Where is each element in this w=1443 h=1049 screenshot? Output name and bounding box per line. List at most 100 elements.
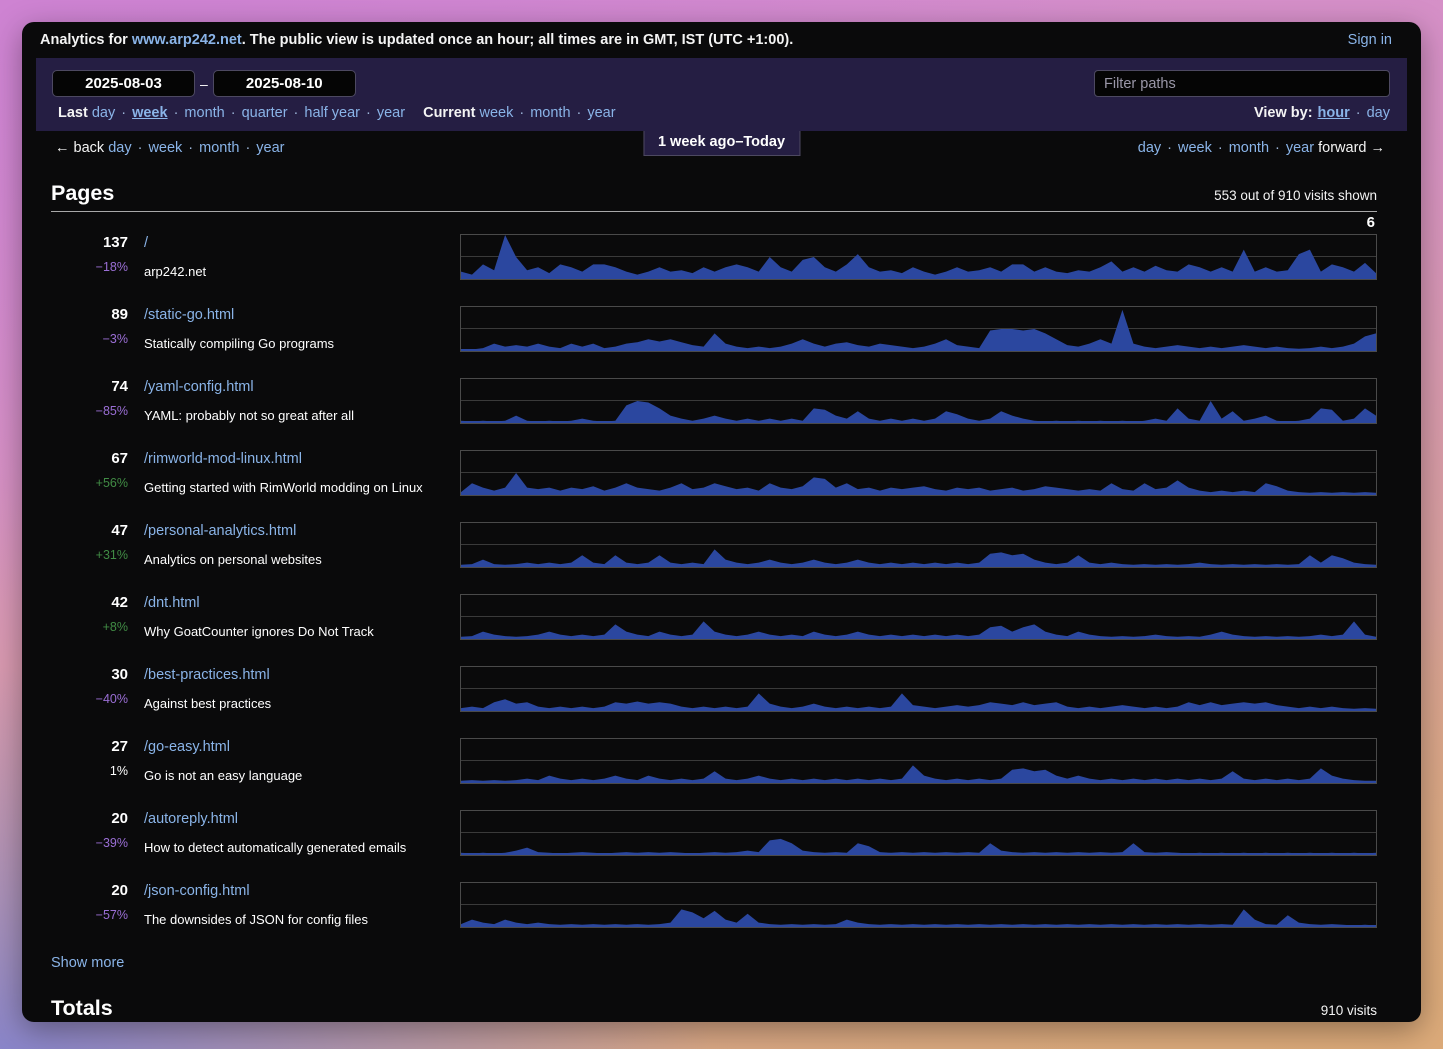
page-path-link[interactable]: /dnt.html [144,594,200,612]
last-quarter-link[interactable]: quarter [242,105,288,121]
page-title: Getting started with RimWorld modding on… [144,480,444,495]
chart-baseline [461,781,1376,783]
table-row: 74−85% /yaml-config.htmlYAML: probably n… [51,378,1377,424]
page-path-link[interactable]: /personal-analytics.html [144,522,296,540]
period-selector: Last day·week·month·quarter·half year·ye… [52,105,616,121]
back-arrow-icon: ← [55,140,70,156]
change-percent: 1% [110,764,128,778]
last-half-year-link[interactable]: half year [304,105,360,121]
sparkline-chart [460,450,1377,496]
view-by-day-link[interactable]: day [1367,105,1390,121]
sparkline-chart [460,522,1377,568]
table-row: 20−57% /json-config.htmlThe downsides of… [51,882,1377,928]
filter-paths-input[interactable] [1094,70,1390,97]
sparkline-chart [460,882,1377,928]
visit-count: 42 [51,594,128,612]
last-week-link[interactable]: week [132,105,167,121]
visits-shown-label: 553 out of 910 visits shown [1214,188,1377,206]
chart-baseline [461,349,1376,351]
pages-rule [51,211,1377,212]
page-path-link[interactable]: /static-go.html [144,306,234,324]
site-link[interactable]: www.arp242.net [132,32,242,48]
forward-week-link[interactable]: week [1178,140,1212,156]
visit-count: 89 [51,306,128,324]
sparkline-chart [460,378,1377,424]
page-path-link[interactable]: /rimworld-mod-linux.html [144,450,302,468]
change-percent: −85% [96,404,128,418]
page-title: YAML: probably not so great after all [144,408,444,423]
page-title: Why GoatCounter ignores Do Not Track [144,624,444,639]
chart-baseline [461,709,1376,711]
page-path-link[interactable]: /yaml-config.html [144,378,254,396]
page-title: How to detect automatically generated em… [144,840,444,855]
visit-count: 27 [51,738,128,756]
table-row: 67+56% /rimworld-mod-linux.htmlGetting s… [51,450,1377,496]
back-year-link[interactable]: year [256,140,284,156]
page-path-link[interactable]: /autoreply.html [144,810,238,828]
date-dash: – [200,76,208,92]
last-label: Last [58,105,88,121]
sparkline-chart [460,738,1377,784]
chart-baseline [461,637,1376,639]
visit-count: 20 [51,882,128,900]
show-more-link[interactable]: Show more [51,955,124,971]
last-day-link[interactable]: day [92,105,115,121]
topbar-suffix: . The public view is updated once an hou… [242,32,794,48]
back-label: back [70,140,105,156]
table-row: 42 +8% /dnt.html Why GoatCounter ignores D… [51,594,1377,640]
analytics-card: Analytics for www.arp242.net. The public… [22,22,1421,1022]
page-path-link[interactable]: /json-config.html [144,882,250,900]
forward-year-link[interactable]: year [1286,140,1314,156]
visit-count: 20 [51,810,128,828]
nav-back-group: ← back day·week·month·year [55,140,285,156]
back-day-link[interactable]: day [108,140,131,156]
topbar: Analytics for www.arp242.net. The public… [22,22,1421,58]
current-week-link[interactable]: week [480,105,514,121]
pages-section: Pages 553 out of 910 visits shown 6 137−… [22,181,1421,972]
current-range-tab: 1 week ago–Today [643,131,800,156]
current-month-link[interactable]: month [530,105,570,121]
back-month-link[interactable]: month [199,140,239,156]
pages-list: 137−18% /arp242.net 89 −3% /static-go.htm… [51,234,1377,928]
totals-section: Totals 910 visits [22,996,1421,1022]
table-row: 137−18% /arp242.net [51,234,1377,280]
page-title: Analytics on personal websites [144,552,444,567]
totals-title: Totals [51,996,113,1021]
page-title: Statically compiling Go programs [144,336,444,351]
table-row: 20−39% /autoreply.htmlHow to detect auto… [51,810,1377,856]
page-path-link[interactable]: /go-easy.html [144,738,230,756]
page-title: The downsides of JSON for config files [144,912,444,927]
chart-baseline [461,493,1376,495]
table-row: 271% /go-easy.htmlGo is not an easy lang… [51,738,1377,784]
date-start-input[interactable] [52,70,195,97]
forward-label: forward [1318,140,1370,156]
table-row: 30−40% /best-practices.htmlAgainst best … [51,666,1377,712]
forward-day-link[interactable]: day [1138,140,1161,156]
totals-visits-label: 910 visits [1321,1003,1377,1021]
page-path-link[interactable]: /best-practices.html [144,666,270,684]
forward-arrow-icon: → [1371,140,1386,156]
date-range: – [52,70,616,97]
last-year-link[interactable]: year [377,105,405,121]
controls-band: – Last day·week·month·quarter·half year·… [36,58,1407,131]
view-by-selector: View by:hour·day [1254,105,1390,121]
pages-title: Pages [51,181,114,206]
nav-forward-group: day·week·month·year forward → [1138,140,1385,156]
page-path-link[interactable]: / [144,234,148,252]
change-percent: −3% [103,332,128,346]
back-week-link[interactable]: week [148,140,182,156]
page-title: Against best practices [144,696,444,711]
view-by-hour-link[interactable]: hour [1318,105,1350,121]
change-percent: +8% [103,620,128,634]
forward-month-link[interactable]: month [1229,140,1269,156]
sign-in-link[interactable]: Sign in [1348,32,1392,48]
sparkline-chart [460,810,1377,856]
chart-scale-max: 6 [1367,214,1375,231]
sparkline-chart [460,594,1377,640]
chart-baseline [461,565,1376,567]
date-end-input[interactable] [213,70,356,97]
last-month-link[interactable]: month [184,105,224,121]
current-year-link[interactable]: year [587,105,615,121]
topbar-prefix: Analytics for [40,32,132,48]
chart-baseline [461,853,1376,855]
